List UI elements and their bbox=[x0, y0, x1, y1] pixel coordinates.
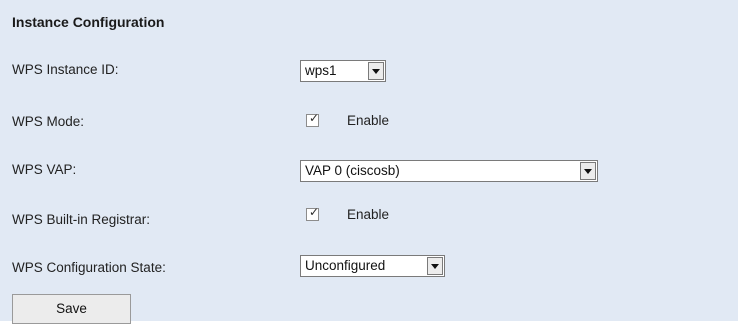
chevron-down-icon[interactable] bbox=[580, 162, 596, 180]
chevron-down-icon[interactable] bbox=[368, 62, 384, 80]
section-title: Instance Configuration bbox=[12, 14, 165, 30]
wps-instance-id-label: WPS Instance ID: bbox=[12, 62, 119, 77]
wps-vap-select[interactable]: VAP 0 (ciscosb) bbox=[300, 160, 598, 182]
wps-registrar-label: WPS Built-in Registrar: bbox=[12, 212, 151, 227]
wps-vap-label: WPS VAP: bbox=[12, 162, 77, 177]
wps-config-state-select[interactable]: Unconfigured bbox=[300, 255, 445, 277]
chevron-down-icon[interactable] bbox=[427, 257, 443, 275]
wps-instance-id-select[interactable]: wps1 bbox=[300, 60, 386, 82]
check-icon: ✓ bbox=[309, 205, 320, 219]
wps-mode-enable-label: Enable bbox=[347, 113, 390, 128]
check-icon: ✓ bbox=[309, 111, 320, 125]
wps-registrar-enable-label: Enable bbox=[347, 207, 390, 222]
wps-registrar-checkbox[interactable]: ✓ bbox=[306, 205, 320, 221]
wps-instance-id-value: wps1 bbox=[305, 63, 337, 78]
wps-config-state-label: WPS Configuration State: bbox=[12, 260, 166, 275]
wps-mode-label: WPS Mode: bbox=[12, 114, 85, 129]
instance-configuration-panel: Instance Configuration WPS Instance ID: … bbox=[0, 0, 738, 324]
wps-vap-value: VAP 0 (ciscosb) bbox=[305, 163, 400, 178]
wps-mode-checkbox[interactable]: ✓ bbox=[306, 111, 320, 127]
wps-config-state-value: Unconfigured bbox=[305, 258, 386, 273]
save-button[interactable]: Save bbox=[12, 294, 131, 324]
